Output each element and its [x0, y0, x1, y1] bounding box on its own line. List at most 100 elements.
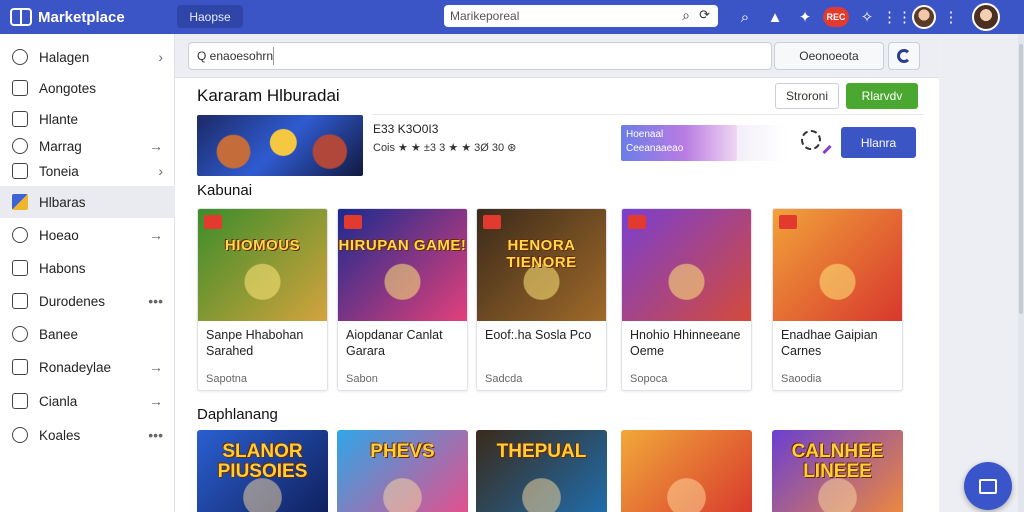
pencil-icon[interactable]	[822, 144, 832, 155]
card-subtitle: Sapotna	[206, 373, 247, 385]
thumbnail-text: HIOMOUS	[224, 237, 301, 254]
promo-banner[interactable]: Hoenaal Ceeanaaeao	[621, 125, 737, 161]
sidebar-item-label: Aongotes	[39, 80, 97, 96]
primary-button[interactable]: Rlarvdv	[846, 83, 918, 109]
more-icon[interactable]: •••	[148, 427, 163, 443]
profile-avatar[interactable]	[972, 3, 1000, 31]
promo-fade	[737, 125, 787, 161]
sidebar-item[interactable]: Hlbaras	[0, 186, 175, 218]
featured-stats: E33 K3O0I3	[373, 122, 439, 136]
search-input[interactable]: Q enaoesohrn	[188, 42, 772, 70]
sidebar-item-label: Koales	[39, 427, 81, 443]
chevron-right-icon[interactable]: ›	[158, 49, 163, 65]
scrollbar-thumb[interactable]	[1019, 44, 1023, 314]
game-card[interactable]: CALNHEE LINEEE	[772, 430, 903, 512]
section-title: Daphlanang	[197, 406, 278, 423]
badge-icon	[483, 215, 501, 229]
sidebar-item-label: Habons	[39, 260, 86, 276]
game-card[interactable]: HENORA TIENORE Eoof:.ha Sosla Pco Sadcda	[476, 208, 607, 391]
card-subtitle: Sabon	[346, 373, 378, 385]
game-card[interactable]: SLANOR PIUSOIES	[197, 430, 328, 512]
share-icon	[12, 393, 28, 409]
card-title: Aiopdanar Canlat Garara	[346, 328, 443, 358]
promo-line-1: Hoenaal	[626, 129, 664, 140]
folder-icon	[979, 478, 997, 494]
game-card[interactable]	[621, 430, 752, 512]
game-card[interactable]: PHEVS	[337, 430, 468, 512]
sidebar-item[interactable]: Banee	[0, 318, 175, 350]
game-card[interactable]: HIOMOUS Sanpe Hhabohan Sarahed Sapotna	[197, 208, 328, 391]
sidebar-item-label: Banee	[39, 326, 79, 342]
refresh-button[interactable]	[888, 42, 920, 70]
game-thumbnail[interactable]: HENORA TIENORE	[477, 209, 606, 321]
game-thumbnail[interactable]: HIOMOUS	[198, 209, 327, 321]
eye-icon	[12, 326, 28, 342]
sidebar-item[interactable]: Aongotes	[0, 72, 175, 104]
game-thumbnail[interactable]: HIRUPAN GAME!	[338, 209, 467, 321]
chevron-right-icon[interactable]: ›	[158, 163, 163, 179]
search-icon[interactable]: ⌕	[682, 7, 690, 24]
arrow-right-icon[interactable]: →	[149, 227, 163, 243]
settings-icon	[12, 427, 28, 443]
sidebar-item[interactable]: Cianla →	[0, 385, 175, 417]
avatar[interactable]	[912, 5, 936, 29]
game-card[interactable]: THEPUAL	[476, 430, 607, 512]
secondary-button[interactable]: Stroroni	[775, 83, 839, 109]
section-title: Kabunai	[197, 182, 253, 199]
sidebar-item[interactable]: Habons	[0, 252, 175, 284]
sidebar-item[interactable]: Ronadeylae →	[0, 351, 175, 383]
refresh-icon[interactable]: ⟳	[699, 7, 710, 23]
more-icon[interactable]: ⋮	[936, 0, 966, 34]
sidebar-item[interactable]: Hoeao →	[0, 219, 175, 251]
filter-bar: Q enaoesohrn Oeonoeota	[175, 34, 939, 78]
search-icon[interactable]: ⌕	[730, 0, 760, 34]
bell-icon[interactable]: ▲	[760, 0, 790, 34]
top-search-value: Marikeporeal	[450, 9, 520, 23]
promo-line-2: Ceeanaaeao	[626, 143, 684, 154]
sidebar-item-label: Hoeao	[39, 227, 79, 243]
sidebar-item-label: Marrag	[39, 138, 82, 154]
sidebar: Halagen › Aongotes Hlante Marrag → Toneia › Hlba…	[0, 34, 175, 512]
arrow-right-icon[interactable]: →	[149, 138, 163, 154]
divider	[372, 114, 924, 115]
game-card[interactable]: HIRUPAN GAME! Aiopdanar Canlat Garara Sabo…	[337, 208, 468, 391]
thumbnail-text: HIRUPAN GAME!	[338, 237, 467, 254]
top-tab[interactable]: Haopse	[177, 5, 243, 28]
library-icon	[12, 194, 28, 210]
thumbnail-text: PHEVS	[370, 441, 435, 462]
more-icon[interactable]: •••	[148, 293, 163, 309]
record-icon[interactable]: REC	[823, 7, 849, 27]
sidebar-item[interactable]: Halagen ›	[0, 41, 175, 73]
gear-icon[interactable]	[801, 130, 821, 150]
right-gutter	[940, 34, 1024, 512]
game-card[interactable]: Hnohio Hhinneeane Oeme Sopoca	[621, 208, 752, 391]
game-thumbnail[interactable]	[773, 209, 902, 321]
floating-action-button[interactable]	[964, 462, 1012, 510]
sidebar-item-label: Ronadeylae	[39, 359, 112, 375]
sidebar-item-label: Durodenes	[39, 293, 106, 309]
game-thumbnail[interactable]	[622, 209, 751, 321]
thumbnail-text: HENORA TIENORE	[506, 237, 577, 271]
featured-rating: Cois ★ ★ ±3 3 ★ ★ 3Ø 30 ⊛	[373, 142, 517, 154]
sidebar-item[interactable]: Toneia ›	[0, 155, 175, 187]
thumbnail-text: THEPUAL	[496, 441, 587, 462]
game-card[interactable]: Enadhae Gaipian Carnes Saoodia	[772, 208, 903, 391]
chat-icon	[12, 138, 28, 154]
card-subtitle: Sadcda	[485, 373, 523, 385]
app-logo[interactable]: Marketplace	[0, 8, 170, 26]
arrow-right-icon[interactable]: →	[149, 393, 163, 409]
sidebar-item[interactable]: Durodenes •••	[0, 285, 175, 317]
pin-icon[interactable]: ✧	[852, 0, 882, 34]
top-search-input[interactable]: Marikeporeal ⌕ ⟳	[444, 5, 718, 27]
featured-thumbnail[interactable]	[197, 115, 363, 176]
sidebar-item-label: Hlbaras	[39, 194, 86, 210]
grid-icon[interactable]: ⋮⋮	[882, 0, 912, 34]
sidebar-item[interactable]: Koales •••	[0, 419, 175, 451]
sort-dropdown[interactable]: Oeonoeota	[774, 42, 884, 70]
info-icon	[12, 227, 28, 243]
featured-action-button[interactable]: Hlanra	[841, 127, 916, 158]
arrow-right-icon[interactable]: →	[149, 359, 163, 375]
badge-icon	[204, 215, 222, 229]
gift-icon[interactable]: ✦	[790, 0, 820, 34]
badge-icon	[779, 215, 797, 229]
